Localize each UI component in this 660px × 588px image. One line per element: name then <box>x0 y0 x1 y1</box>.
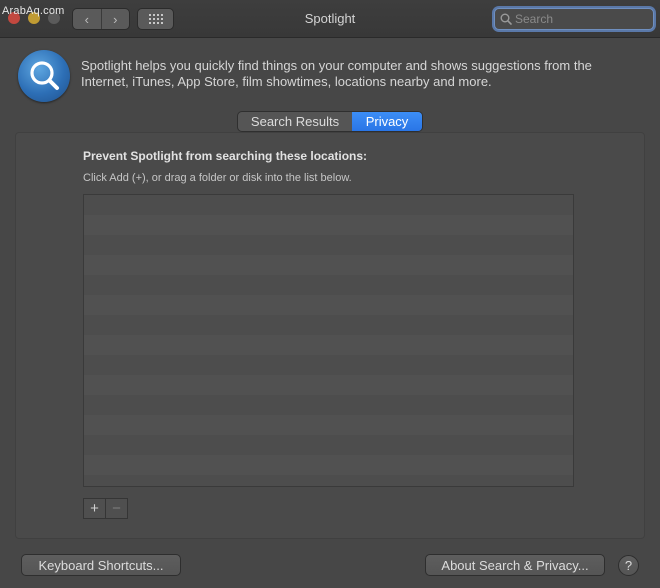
help-button[interactable]: ? <box>618 555 639 576</box>
intro-description: Spotlight helps you quickly find things … <box>81 58 592 89</box>
title-bar: ArabAq.com ‹ › Spotlight <box>0 0 660 38</box>
spotlight-app-icon <box>18 50 70 102</box>
remove-location-button[interactable]: − <box>105 499 127 518</box>
privacy-heading: Prevent Spotlight from searching these l… <box>83 149 368 163</box>
magnifying-glass-icon <box>30 61 59 90</box>
list-edit-buttons: + − <box>83 498 128 519</box>
about-search-privacy-button[interactable]: About Search & Privacy... <box>425 554 605 576</box>
search-input[interactable] <box>515 12 645 26</box>
tab-search-results[interactable]: Search Results <box>238 112 352 131</box>
keyboard-shortcuts-button[interactable]: Keyboard Shortcuts... <box>21 554 181 576</box>
add-location-button[interactable]: + <box>84 499 105 518</box>
excluded-locations-list[interactable] <box>83 194 574 487</box>
tab-privacy[interactable]: Privacy <box>352 112 422 131</box>
search-field[interactable] <box>494 8 654 30</box>
preferences-window: ArabAq.com ‹ › Spotlight Search Spotligh… <box>0 0 660 588</box>
tab-control: Search Results Privacy <box>237 111 423 132</box>
privacy-instructions: Click Add (+), or drag a folder or disk … <box>83 172 352 184</box>
search-icon <box>500 13 512 25</box>
